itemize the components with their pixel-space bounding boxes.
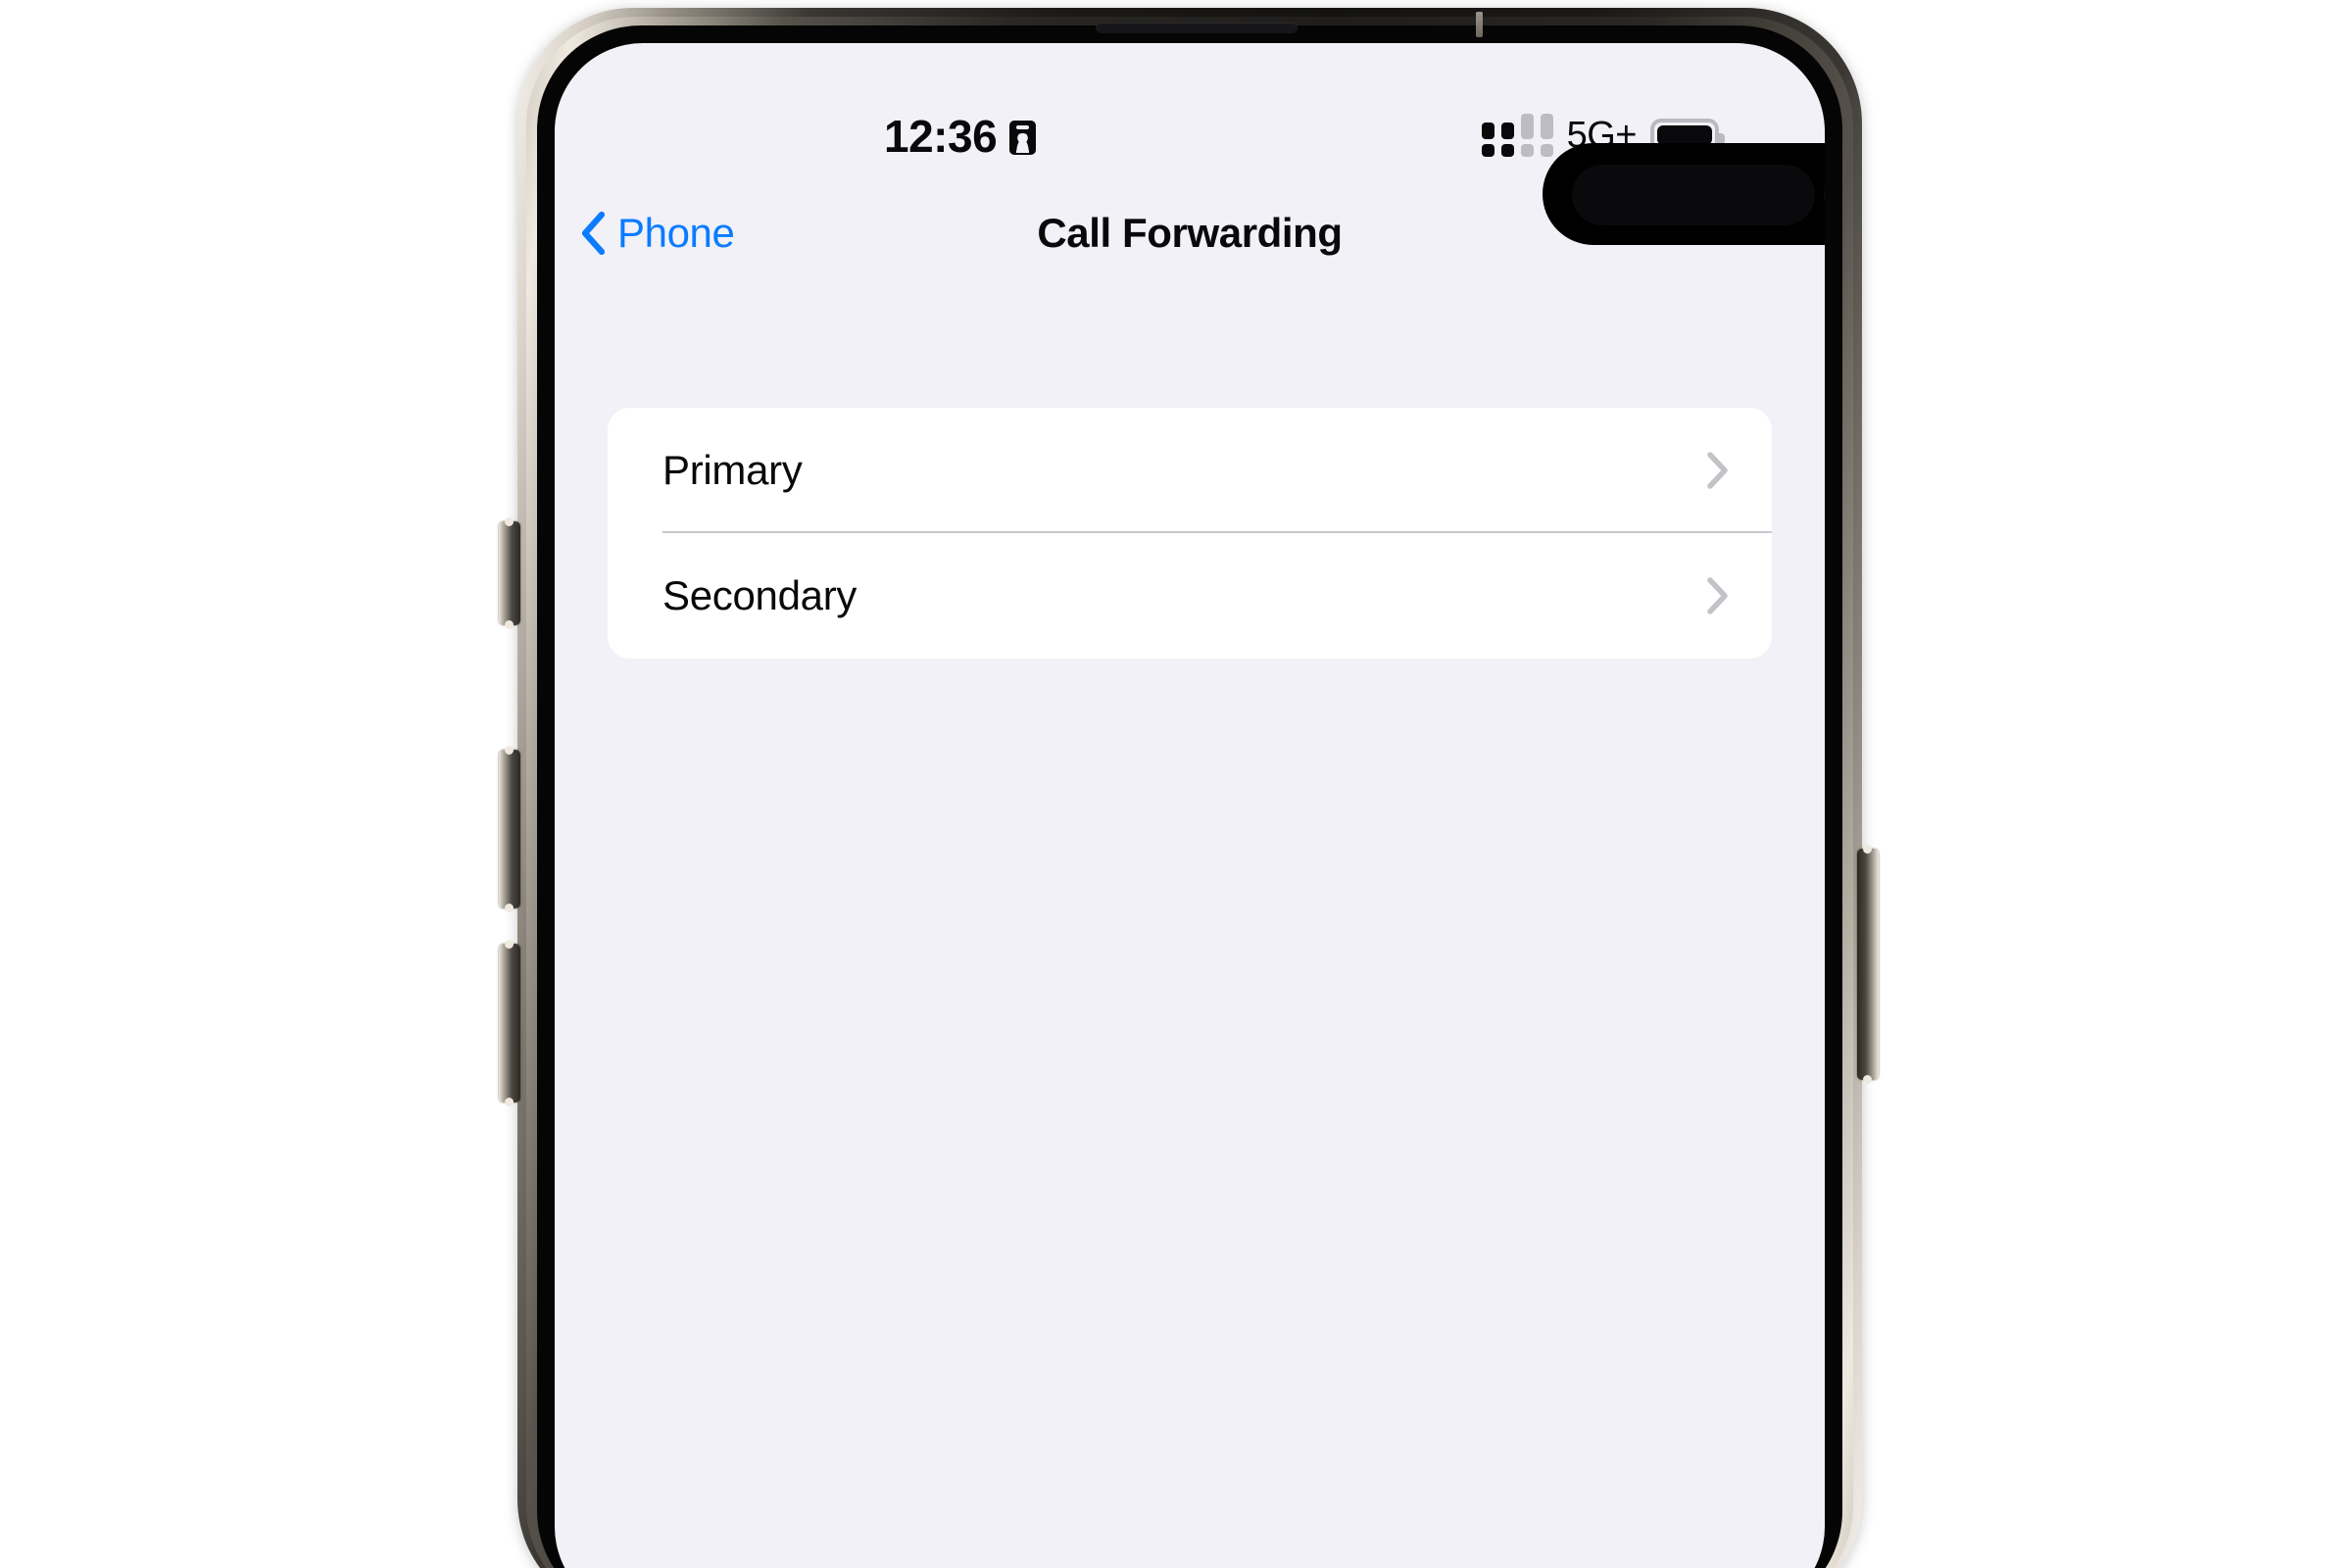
dual-sim-signal-icon: [1481, 114, 1553, 157]
status-bar-left: 12:36: [884, 111, 1037, 162]
button-cap-bottom: [505, 1098, 514, 1106]
page-title: Call Forwarding: [1037, 210, 1343, 256]
list-item-label: Primary: [662, 447, 803, 493]
antenna-line: [1476, 12, 1483, 37]
status-time: 12:36: [884, 111, 998, 162]
screenshot-canvas: 12:36 5G+ Phone Call Forwarding Primary …: [0, 0, 2352, 1568]
button-cap-bottom: [1863, 1075, 1872, 1084]
signal-bar: [1481, 122, 1494, 139]
volume-down-button[interactable]: [499, 940, 520, 1106]
signal-bar: [1520, 114, 1534, 139]
signal-dot: [1520, 144, 1534, 157]
button-cap-top: [1863, 845, 1872, 854]
button-cap-top: [505, 746, 514, 755]
signal-bar: [1500, 122, 1514, 139]
signal-dot: [1540, 144, 1553, 157]
button-cap-bottom: [505, 904, 514, 912]
chevron-right-icon: [1707, 577, 1728, 614]
contact-card-icon: [1009, 120, 1037, 155]
phone-screen: 12:36 5G+ Phone Call Forwarding Primary …: [555, 43, 1825, 1568]
list-item-secondary[interactable]: Secondary: [608, 533, 1772, 659]
signal-bar: [1540, 114, 1553, 139]
list-item-label: Secondary: [662, 572, 858, 618]
button-cap-bottom: [505, 620, 514, 629]
battery-fill: [1657, 125, 1712, 145]
button-cap-top: [505, 517, 514, 526]
action-button[interactable]: [499, 517, 520, 629]
button-cap-top: [505, 940, 514, 949]
power-button[interactable]: [1857, 845, 1879, 1084]
chevron-right-icon: [1707, 452, 1728, 489]
settings-list-card: Primary Secondary: [608, 408, 1772, 659]
list-item-primary[interactable]: Primary: [608, 408, 1772, 533]
volume-up-button[interactable]: [499, 746, 520, 912]
navigation-bar: Phone Call Forwarding: [555, 190, 1825, 300]
signal-dot: [1500, 144, 1514, 157]
earpiece-speaker: [1096, 23, 1298, 33]
signal-dot: [1481, 144, 1494, 157]
